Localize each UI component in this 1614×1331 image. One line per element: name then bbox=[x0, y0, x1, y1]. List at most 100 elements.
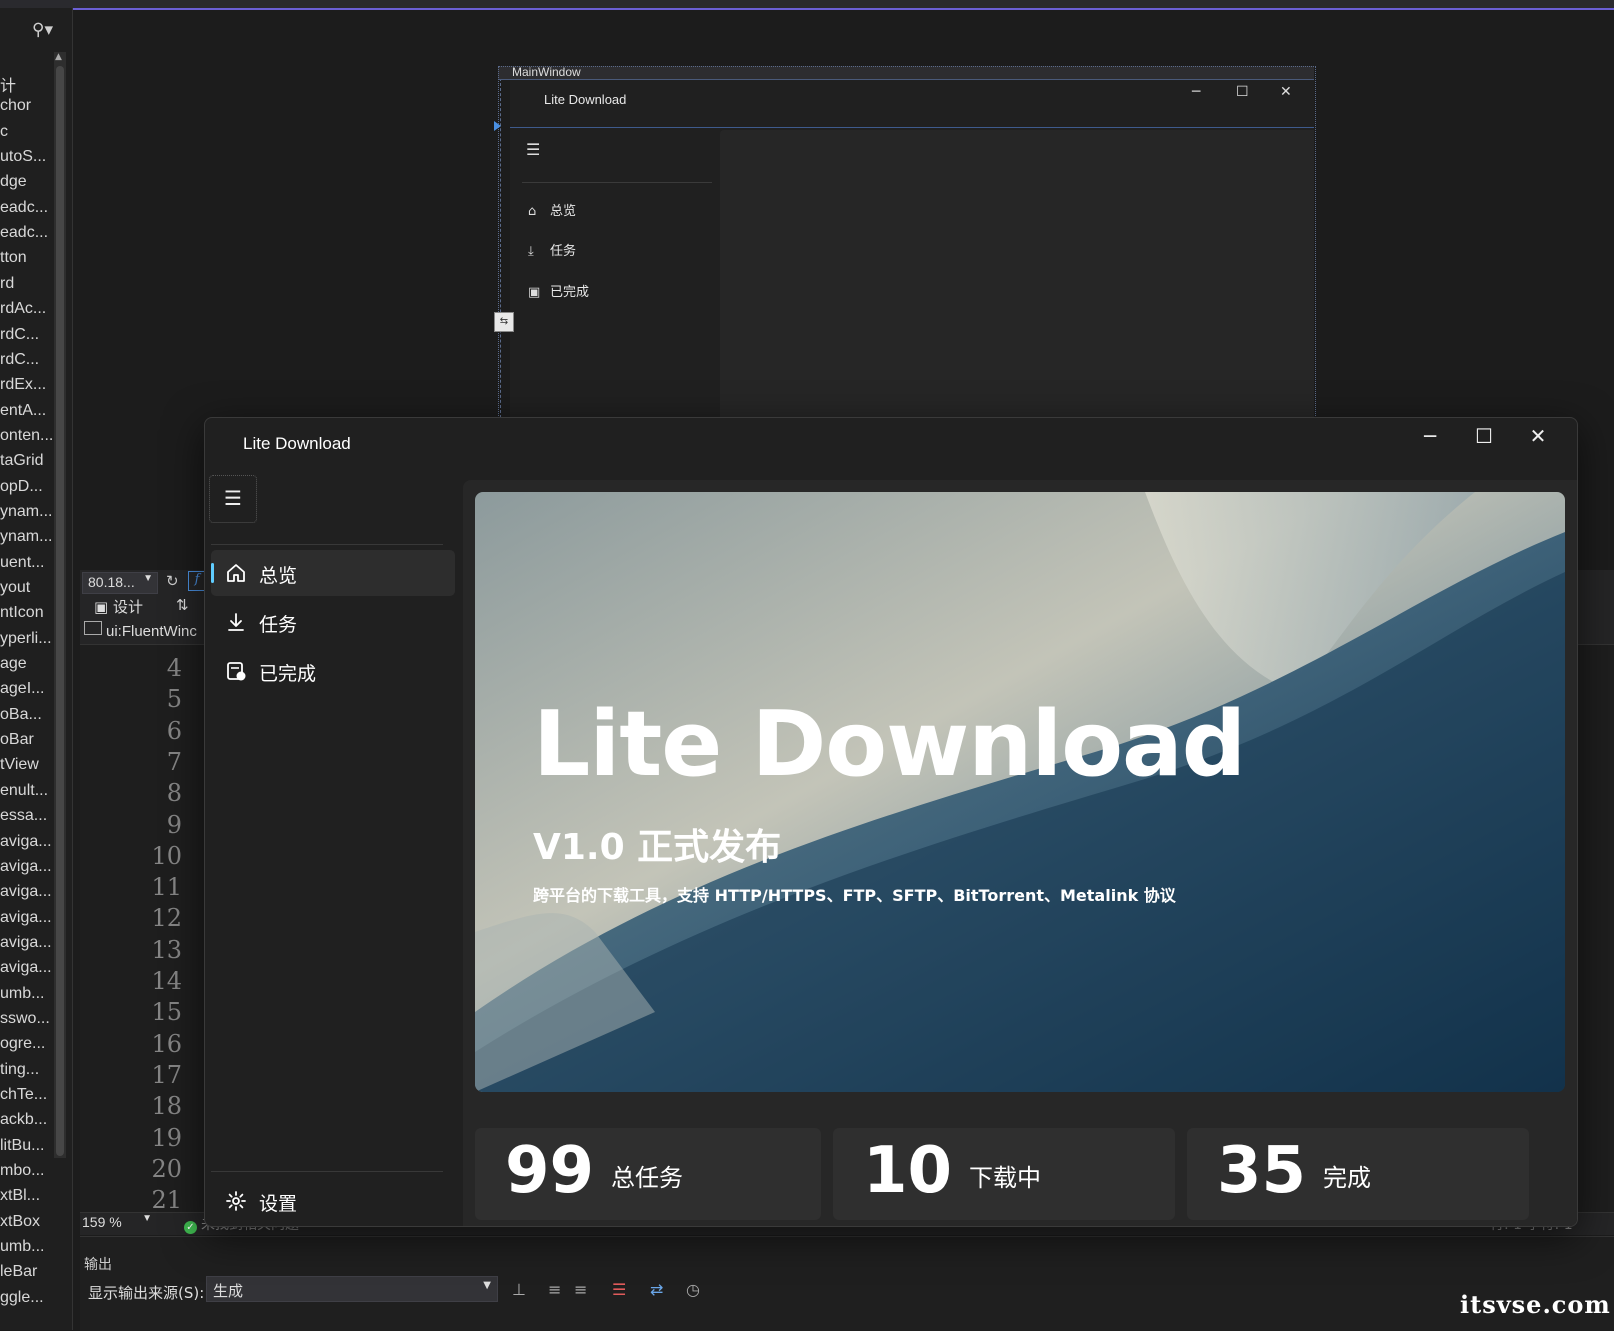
toolbox-item[interactable]: umb... bbox=[0, 1238, 60, 1256]
toolbox-item[interactable]: rd bbox=[0, 275, 60, 293]
toolbox-item[interactable]: ynam... bbox=[0, 528, 60, 546]
toolbox-item[interactable]: ogre... bbox=[0, 1035, 60, 1053]
toolbox-item[interactable]: entA... bbox=[0, 402, 60, 420]
toolbox-item[interactable]: dge bbox=[0, 173, 60, 191]
toolbox-item[interactable]: uent... bbox=[0, 554, 60, 572]
clock-icon[interactable]: ◷ bbox=[686, 1280, 700, 1299]
designer-zoom-select[interactable]: 80.18... ▼ bbox=[82, 572, 158, 594]
refresh-icon[interactable]: ↻ bbox=[166, 572, 179, 590]
toolbox-item[interactable]: xtBl... bbox=[0, 1187, 60, 1205]
toolbox-search[interactable]: ⚲▾ bbox=[0, 16, 68, 44]
designer-nav-item-tasks[interactable]: ⤓ 任务 bbox=[528, 240, 576, 259]
toolbox-item[interactable]: aviga... bbox=[0, 858, 60, 876]
hamburger-icon[interactable]: ☰ bbox=[526, 140, 540, 159]
designer-nav-item-completed[interactable]: ▣ 已完成 bbox=[528, 281, 589, 300]
toolbox-item[interactable]: aviga... bbox=[0, 833, 60, 851]
toolbox-item[interactable]: chTe... bbox=[0, 1086, 60, 1104]
toolbox-item[interactable]: aviga... bbox=[0, 959, 60, 977]
toolbox-item[interactable]: tton bbox=[0, 249, 60, 267]
toolbox-item[interactable]: leBar bbox=[0, 1263, 60, 1281]
toolbox-item[interactable]: c bbox=[0, 123, 60, 141]
line-number: 18 bbox=[151, 1092, 182, 1121]
scrollbar-thumb[interactable] bbox=[56, 66, 64, 1156]
toolbox-item[interactable]: aviga... bbox=[0, 909, 60, 927]
toolbox-item[interactable]: oBar bbox=[0, 731, 60, 749]
align-icon[interactable]: ⊥ bbox=[512, 1280, 526, 1299]
document-tab-strip[interactable] bbox=[0, 0, 1614, 10]
toolbox-item[interactable]: ynam... bbox=[0, 503, 60, 521]
toolbox-item[interactable]: rdAc... bbox=[0, 300, 60, 318]
toolbox-panel: ⚲▾ 计 chor c utoS... dge eadc... eadc... tton rd r… bbox=[0, 8, 73, 1330]
toolbox-item[interactable]: umb... bbox=[0, 985, 60, 1003]
line-number: 5 bbox=[166, 685, 182, 714]
toolbox-item[interactable]: ageI... bbox=[0, 680, 60, 698]
word-wrap-icon[interactable]: ⇄ bbox=[650, 1280, 663, 1299]
editor-zoom-select[interactable]: 159 % ▼ bbox=[82, 1213, 154, 1232]
minimize-button[interactable]: ─ bbox=[1403, 418, 1457, 454]
stat-value: 35 bbox=[1217, 1134, 1307, 1208]
chevron-down-icon: ▼ bbox=[143, 573, 153, 584]
toolbox-item[interactable]: rdEx... bbox=[0, 376, 60, 394]
output-source-select[interactable]: 生成 ▼ bbox=[206, 1276, 498, 1302]
close-button[interactable]: ✕ bbox=[1511, 418, 1565, 454]
next-message-icon[interactable]: ≡ bbox=[574, 1280, 587, 1299]
toolbox-item[interactable]: sswo... bbox=[0, 1010, 60, 1028]
toolbox-item[interactable]: chor bbox=[0, 97, 60, 115]
gear-icon bbox=[226, 1191, 246, 1211]
toolbox-item[interactable]: 计 bbox=[0, 72, 60, 96]
toolbox-item[interactable]: xtBox bbox=[0, 1213, 60, 1231]
line-number: 20 bbox=[151, 1154, 182, 1183]
toolbox-item[interactable]: tView bbox=[0, 756, 60, 774]
designer-nav-item-overview[interactable]: ⌂ 总览 bbox=[528, 200, 576, 219]
toolbox-item[interactable]: ggle... bbox=[0, 1289, 60, 1307]
toolbox-item[interactable]: ntIcon bbox=[0, 604, 60, 622]
toolbox-item[interactable]: onten... bbox=[0, 427, 60, 445]
nav-toggle-button[interactable]: ☰ bbox=[209, 475, 257, 523]
stat-card-downloading: 10 下载中 bbox=[833, 1128, 1175, 1220]
line-number: 15 bbox=[151, 998, 182, 1027]
hero-banner: Lite Download V1.0 正式发布 跨平台的下载工具，支持 HTTP… bbox=[475, 492, 1565, 1092]
anchor-icon[interactable]: ⇆ bbox=[494, 312, 514, 332]
download-icon: ⤓ bbox=[528, 244, 534, 259]
toolbox-item[interactable]: mbo... bbox=[0, 1162, 60, 1180]
toolbox-item[interactable]: ting... bbox=[0, 1061, 60, 1079]
nav-item-completed[interactable]: 已完成 bbox=[211, 648, 455, 694]
breadcrumb[interactable]: ui:FluentWinc bbox=[84, 621, 197, 640]
toolbox-item[interactable]: essa... bbox=[0, 807, 60, 825]
clear-all-icon[interactable]: ☰ bbox=[612, 1280, 626, 1299]
toolbox-scrollbar[interactable]: ▲ bbox=[54, 52, 66, 1158]
design-icon: ▣ bbox=[94, 598, 113, 616]
toolbox-item[interactable]: aviga... bbox=[0, 934, 60, 952]
maximize-icon: ☐ bbox=[1236, 84, 1249, 100]
toolbox-item[interactable]: eadc... bbox=[0, 199, 60, 217]
prev-message-icon[interactable]: ≡ bbox=[548, 1280, 561, 1299]
toolbox-item[interactable]: ackb... bbox=[0, 1111, 60, 1129]
nav-item-settings[interactable]: 设置 bbox=[211, 1178, 455, 1224]
toolbox-item[interactable]: opD... bbox=[0, 478, 60, 496]
toolbox-item[interactable]: litBu... bbox=[0, 1137, 60, 1155]
watermark: itsvse.com bbox=[1460, 1290, 1611, 1319]
toolbox-item[interactable]: yout bbox=[0, 579, 60, 597]
search-icon[interactable]: ⚲▾ bbox=[32, 20, 53, 40]
toolbox-item[interactable]: yperli... bbox=[0, 630, 60, 648]
completed-icon bbox=[227, 662, 246, 681]
scroll-up-icon[interactable]: ▲ bbox=[55, 52, 62, 62]
nav-item-overview[interactable]: 总览 bbox=[211, 550, 455, 596]
nav-item-tasks[interactable]: 任务 bbox=[211, 599, 455, 645]
toolbox-item[interactable]: utoS... bbox=[0, 148, 60, 166]
toolbox-item[interactable]: rdC... bbox=[0, 351, 60, 369]
stat-label: 完成 bbox=[1323, 1164, 1371, 1192]
guide-marker-icon[interactable] bbox=[494, 121, 501, 131]
toolbox-item[interactable]: oBa... bbox=[0, 706, 60, 724]
line-number: 17 bbox=[151, 1060, 182, 1089]
toolbox-item[interactable]: eadc... bbox=[0, 224, 60, 242]
swap-panes-icon[interactable]: ⇅ bbox=[176, 596, 189, 614]
toolbox-item[interactable]: rdC... bbox=[0, 326, 60, 344]
toolbox-item[interactable]: enult... bbox=[0, 782, 60, 800]
toolbox-item[interactable]: age bbox=[0, 655, 60, 673]
toolbox-item[interactable]: aviga... bbox=[0, 883, 60, 901]
toolbox-item[interactable]: taGrid bbox=[0, 452, 60, 470]
maximize-button[interactable]: ☐ bbox=[1457, 418, 1511, 454]
app-window: Lite Download ─ ☐ ✕ ☰ 总览 任务 已完成 设置 Lite … bbox=[204, 417, 1578, 1227]
tab-design[interactable]: ▣ 设计 bbox=[94, 596, 143, 617]
